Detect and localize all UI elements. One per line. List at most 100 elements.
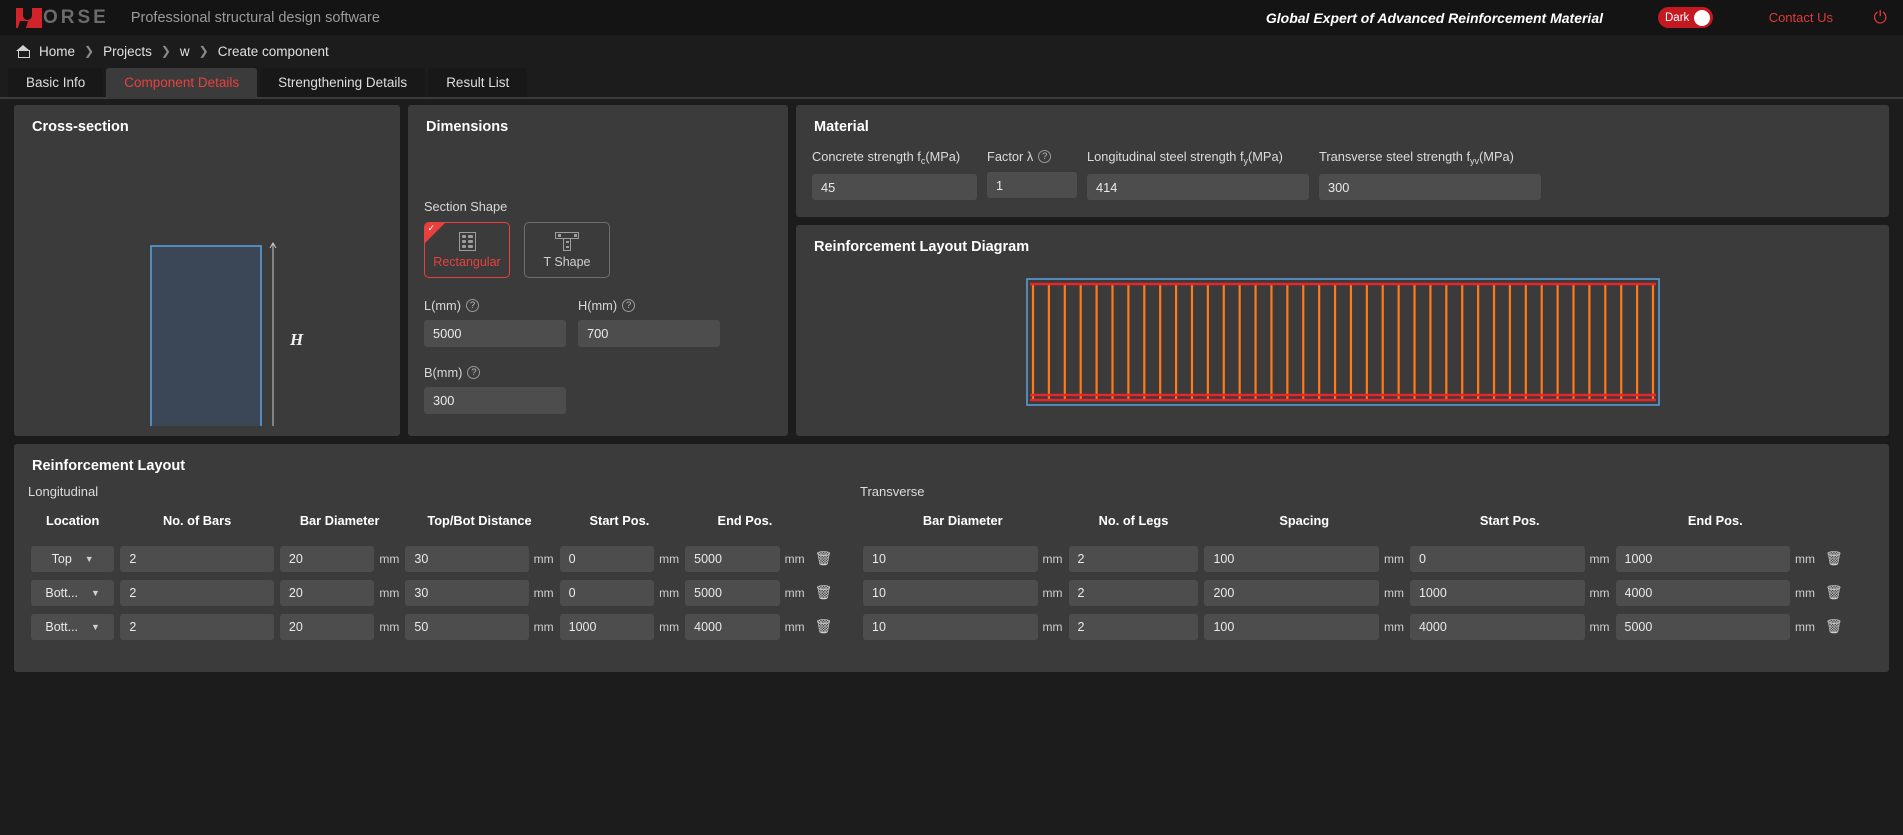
field-group-L: L(mm) ?: [424, 298, 566, 347]
col-actions: [808, 513, 846, 542]
breadcrumb-item-home[interactable]: Home: [39, 44, 75, 59]
power-logout-icon[interactable]: ⏻: [1874, 8, 1887, 28]
input-start-pos[interactable]: [560, 546, 655, 572]
input-top-bot-distance[interactable]: [405, 580, 528, 606]
shape-option-rectangular[interactable]: ✓ Rectangular: [424, 222, 510, 278]
input-start-pos[interactable]: [560, 580, 655, 606]
tab-component-details[interactable]: Component Details: [106, 68, 257, 97]
table-header-row: Bar Diameter No. of Legs Spacing Start P…: [860, 513, 1875, 542]
trash-icon[interactable]: 🗑: [811, 584, 837, 600]
cell-actions: 🗑: [1818, 610, 1875, 644]
input-no-of-bars[interactable]: [120, 546, 274, 572]
input-top-bot-distance[interactable]: [405, 546, 528, 572]
breadcrumb-item-projects[interactable]: Projects: [103, 44, 152, 59]
cell-location: Top▼: [28, 542, 117, 576]
input-spacing[interactable]: [1204, 614, 1379, 640]
help-icon[interactable]: ?: [1038, 150, 1051, 163]
input-spacing[interactable]: [1204, 546, 1379, 572]
trash-icon[interactable]: 🗑: [1821, 550, 1847, 566]
input-H[interactable]: [578, 320, 720, 347]
input-end-pos[interactable]: [1616, 546, 1791, 572]
input-no-of-legs[interactable]: [1069, 614, 1199, 640]
breadcrumb-separator: ❯: [199, 44, 209, 58]
label-B-text: B(mm): [424, 365, 462, 380]
field-group-transverse-steel-strength: Transverse steel strength fyv(MPa): [1319, 149, 1541, 200]
input-longitudinal-steel-strength[interactable]: [1087, 174, 1309, 200]
input-end-pos[interactable]: [1616, 580, 1791, 606]
cross-section-panel: Cross-section H B: [14, 105, 400, 436]
input-top-bot-distance[interactable]: [405, 614, 528, 640]
input-transverse-steel-strength[interactable]: [1319, 174, 1541, 200]
dimension-fields-row-1: L(mm) ? H(mm) ?: [424, 298, 772, 347]
horse-logo-icon: [16, 8, 42, 28]
unit-label: mm: [1384, 620, 1404, 634]
cross-section-title: Cross-section: [14, 105, 400, 135]
input-bar-diameter[interactable]: [280, 580, 375, 606]
input-bar-diameter[interactable]: [280, 546, 375, 572]
unit-label: mm: [379, 552, 399, 566]
input-end-pos[interactable]: [685, 614, 780, 640]
input-no-of-bars[interactable]: [120, 614, 274, 640]
height-symbol: H: [289, 330, 304, 349]
home-icon[interactable]: [16, 45, 30, 58]
unit-label: mm: [659, 620, 679, 634]
input-start-pos[interactable]: [560, 614, 655, 640]
input-spacing[interactable]: [1204, 580, 1379, 606]
cell-actions: 🗑: [1818, 576, 1875, 610]
transverse-section: Transverse Bar Diameter No. of Legs Spac…: [846, 474, 1875, 644]
longitudinal-section: Longitudinal Location No. of Bars Bar Di…: [28, 474, 846, 644]
input-end-pos[interactable]: [1616, 614, 1791, 640]
help-icon[interactable]: ?: [467, 366, 480, 379]
field-group-longitudinal-steel-strength: Longitudinal steel strength fy(MPa): [1087, 149, 1309, 200]
col-bar-diameter: Bar Diameter: [277, 513, 403, 542]
input-bar-diameter[interactable]: [863, 546, 1038, 572]
input-no-of-legs[interactable]: [1069, 546, 1199, 572]
input-bar-diameter[interactable]: [280, 614, 375, 640]
dark-mode-toggle[interactable]: Dark: [1658, 7, 1713, 28]
input-bar-diameter[interactable]: [863, 614, 1038, 640]
select-location[interactable]: Bott...▼: [31, 614, 114, 640]
unit-label: mm: [1043, 620, 1063, 634]
input-end-pos[interactable]: [685, 580, 780, 606]
breadcrumb-item-project[interactable]: w: [180, 44, 190, 59]
input-L[interactable]: [424, 320, 566, 347]
longitudinal-table: Location No. of Bars Bar Diameter Top/Bo…: [28, 513, 846, 644]
help-icon[interactable]: ?: [466, 299, 479, 312]
tab-basic-info[interactable]: Basic Info: [8, 68, 103, 97]
field-group-concrete-strength: Concrete strength fc(MPa): [812, 149, 977, 200]
input-no-of-bars[interactable]: [120, 580, 274, 606]
input-concrete-strength[interactable]: [812, 174, 977, 200]
trash-icon[interactable]: 🗑: [811, 550, 837, 566]
trash-icon[interactable]: 🗑: [811, 618, 837, 634]
unit-label: mm: [1384, 586, 1404, 600]
material-panel: Material Concrete strength fc(MPa) Facto…: [796, 105, 1889, 217]
cell-bar-diameter: mm: [860, 610, 1066, 644]
chevron-down-icon: ▼: [91, 588, 100, 598]
shape-label-rectangular: Rectangular: [433, 255, 500, 269]
input-no-of-legs[interactable]: [1069, 580, 1199, 606]
trash-icon[interactable]: 🗑: [1821, 584, 1847, 600]
col-no-of-legs: No. of Legs: [1066, 513, 1202, 542]
contact-us-link[interactable]: Contact Us: [1769, 10, 1833, 25]
select-location[interactable]: Bott...▼: [31, 580, 114, 606]
input-start-pos[interactable]: [1410, 580, 1585, 606]
trash-icon[interactable]: 🗑: [1821, 618, 1847, 634]
input-factor-lambda[interactable]: [987, 172, 1077, 198]
cell-start-pos: mm: [1407, 542, 1613, 576]
input-end-pos[interactable]: [685, 546, 780, 572]
input-start-pos[interactable]: [1410, 614, 1585, 640]
select-location[interactable]: Top▼: [31, 546, 114, 572]
dark-mode-label: Dark: [1665, 12, 1689, 24]
tab-strengthening-details[interactable]: Strengthening Details: [260, 68, 425, 97]
help-icon[interactable]: ?: [622, 299, 635, 312]
app-logo[interactable]: ORSE: [16, 8, 109, 28]
tab-result-list[interactable]: Result List: [428, 68, 527, 97]
label-B: B(mm) ?: [424, 365, 566, 380]
input-bar-diameter[interactable]: [863, 580, 1038, 606]
cell-start-pos: mm: [557, 576, 683, 610]
shape-option-t-shape[interactable]: T Shape: [524, 222, 610, 278]
table-row: mmmmmmmm🗑: [860, 542, 1875, 576]
input-start-pos[interactable]: [1410, 546, 1585, 572]
col-spacing: Spacing: [1201, 513, 1407, 542]
input-B[interactable]: [424, 387, 566, 414]
